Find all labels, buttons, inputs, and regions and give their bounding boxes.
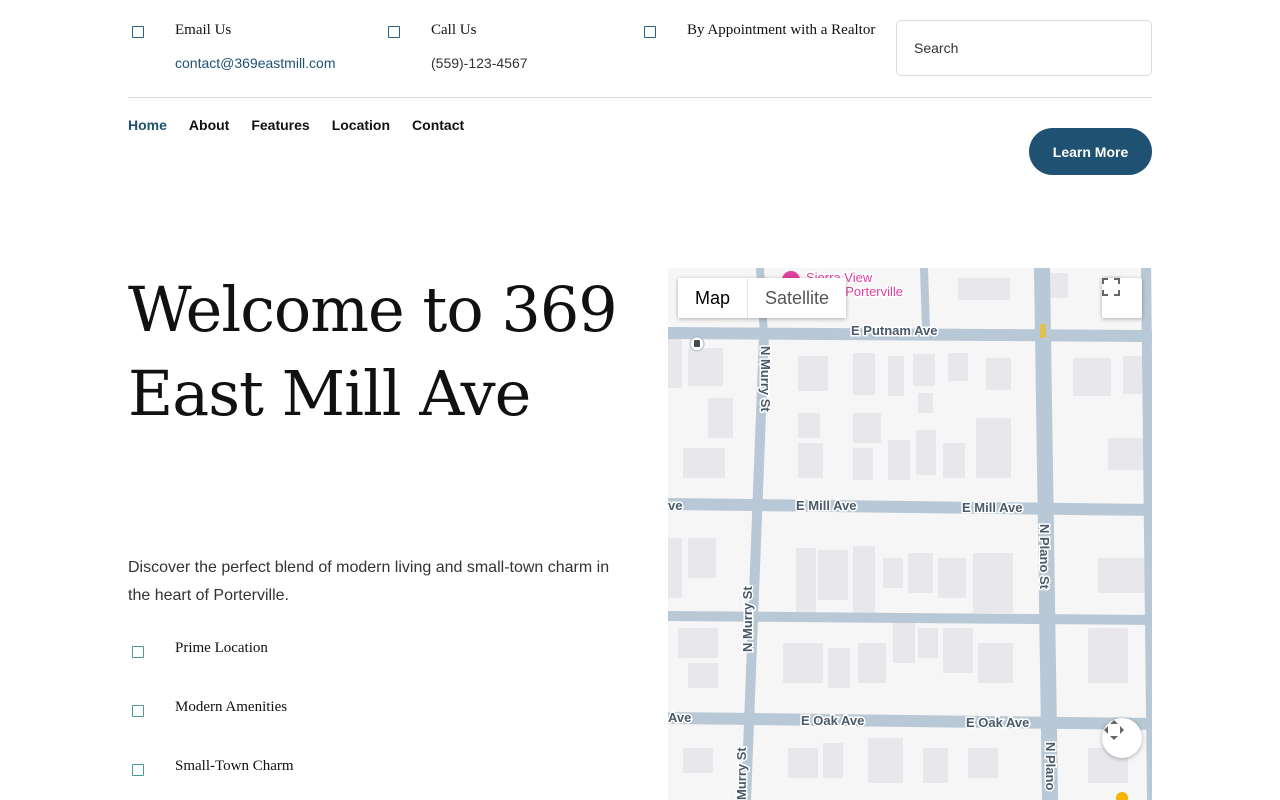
nav-about[interactable]: About xyxy=(189,116,229,136)
top-contact-bar: Email Us contact@369eastmill.com Call Us… xyxy=(128,0,1152,98)
map-type-satellite-button[interactable]: Satellite xyxy=(747,278,847,318)
pan-arrows-icon xyxy=(1104,720,1124,740)
nav-location[interactable]: Location xyxy=(332,116,390,136)
fullscreen-icon xyxy=(1102,278,1120,296)
feature-label: Modern Amenities xyxy=(175,699,288,715)
street-label: N Plano xyxy=(1043,742,1058,790)
learn-more-button[interactable]: Learn More xyxy=(1029,128,1152,175)
contact-phone-number[interactable]: (559)-123-4567 xyxy=(431,55,528,71)
street-label: ve xyxy=(668,498,682,513)
street-label: Ave xyxy=(668,710,691,725)
map-canvas[interactable]: E Putnam Ave E Mill Ave E Mill Ave ve E … xyxy=(668,268,1152,800)
contact-phone-title: Call Us xyxy=(431,22,477,38)
hero-title: Welcome to 369 East Mill Ave xyxy=(128,273,618,430)
street-label: E Putnam Ave xyxy=(851,323,937,338)
street-label: N Murry St xyxy=(740,586,755,652)
contact-email-title: Email Us xyxy=(175,22,232,38)
nav-contact[interactable]: Contact xyxy=(412,116,464,136)
poi-label: t Porterville xyxy=(838,284,903,299)
street-label: N Murry St xyxy=(758,346,773,412)
feature-label: Small-Town Charm xyxy=(175,758,294,774)
charm-icon xyxy=(132,764,144,776)
pegman-icon[interactable] xyxy=(1116,792,1128,800)
search-field[interactable] xyxy=(896,20,1152,76)
nav-features[interactable]: Features xyxy=(251,116,309,136)
location-map[interactable]: E Putnam Ave E Mill Ave E Mill Ave ve E … xyxy=(668,268,1152,800)
street-label: E Oak Ave xyxy=(801,713,864,728)
transit-icon xyxy=(689,336,705,352)
amenities-icon xyxy=(132,705,144,717)
street-label: N Plano St xyxy=(1037,524,1052,590)
map-type-control: Map Satellite xyxy=(678,278,847,318)
contact-appointment-title: By Appointment with a Realtor xyxy=(687,22,876,38)
feature-label: Prime Location xyxy=(175,640,268,656)
traffic-light-icon xyxy=(1040,324,1046,338)
fullscreen-button[interactable] xyxy=(1102,278,1142,318)
map-type-map-button[interactable]: Map xyxy=(678,278,748,318)
camera-control-button[interactable] xyxy=(1102,718,1142,758)
calendar-icon xyxy=(644,26,656,38)
mail-icon xyxy=(132,26,144,38)
phone-icon xyxy=(388,26,400,38)
search-input[interactable] xyxy=(897,21,1151,75)
street-label: Murry St xyxy=(734,747,749,800)
hero-description: Discover the perfect blend of modern liv… xyxy=(128,559,610,604)
street-label: E Mill Ave xyxy=(796,498,856,513)
location-icon xyxy=(132,646,144,658)
contact-email-link[interactable]: contact@369eastmill.com xyxy=(175,55,336,71)
nav-home[interactable]: Home xyxy=(128,116,167,136)
street-label: E Mill Ave xyxy=(962,500,1022,515)
main-nav: Home About Features Location Contact xyxy=(128,116,486,136)
street-label: E Oak Ave xyxy=(966,715,1029,730)
